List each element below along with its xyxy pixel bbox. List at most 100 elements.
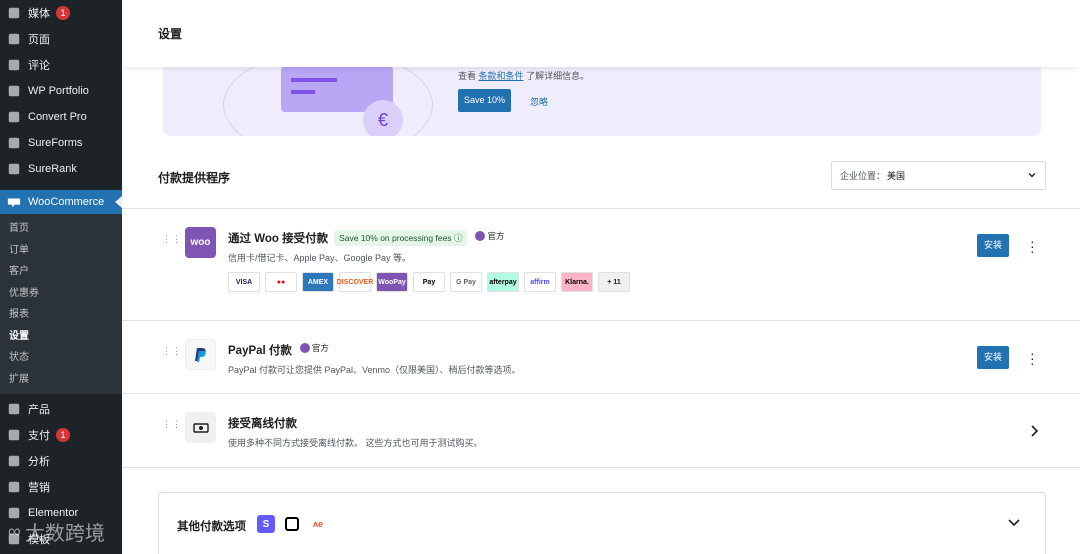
payment-method-logo: afterpay [487, 272, 519, 292]
watermark-logo-icon: ∞ [8, 521, 21, 541]
install-button[interactable]: 安装 [977, 234, 1009, 257]
portfolio-icon [6, 83, 22, 99]
chevron-right-icon[interactable] [1028, 424, 1040, 438]
woocommerce-icon [6, 194, 22, 210]
convert-pro-icon [6, 109, 22, 125]
sidebar-item-marketing[interactable]: 营销 [0, 474, 122, 500]
provider-description: 信用卡/借记卡、Apple Pay、Google Pay 等。 [228, 253, 412, 263]
main-content: 设置 € 查看 条款和条件 了解详细信息。 Save 10% 忽略 付款提供程序… [122, 0, 1080, 554]
drag-handle-icon[interactable]: ⋮⋮ [162, 347, 181, 361]
payment-method-logo: AMEX [302, 272, 334, 292]
payment-method-logo: + 11 [598, 272, 630, 292]
woo-official-icon [299, 343, 310, 353]
payment-providers-title: 付款提供程序 [158, 171, 231, 185]
location-value: 美国 [887, 171, 906, 181]
sidebar-item-label: 分析 [28, 456, 50, 468]
provider-name: 通过 Woo 接受付款 Save 10% on processing fees ⓘ… [228, 230, 505, 246]
terms-link[interactable]: 条款和条件 [479, 71, 524, 81]
drag-handle-icon[interactable]: ⋮⋮ [162, 235, 181, 249]
sidebar-item-label: 媒体 [28, 8, 50, 20]
provider-row-offline[interactable]: ⋮⋮ 接受离线付款 使用多种不同方式接受离线付款。 这些方式也可用于测试购买。 [122, 394, 1080, 467]
sidebar-item-media[interactable]: 媒体 1 [0, 0, 122, 26]
chevron-down-icon [1028, 173, 1036, 178]
sidebar-item-comment[interactable]: 评论 [0, 52, 122, 78]
submenu-item-customers[interactable]: 客户 [0, 261, 122, 283]
sidebar-item-woocommerce[interactable]: WooCommerce [0, 190, 122, 214]
sidebar-item-label: 产品 [28, 404, 50, 416]
sidebar-item-convert-pro[interactable]: Convert Pro [0, 104, 122, 130]
submenu-item-extensions[interactable]: 扩展 [0, 369, 122, 391]
sidebar-item-payments[interactable]: 支付 1 [0, 422, 122, 448]
payment-method-logo: Pay [413, 272, 445, 292]
official-badge: 官方 [299, 342, 329, 354]
sidebar-item-label: 页面 [28, 34, 50, 46]
payment-method-logo: VISA [228, 272, 260, 292]
install-button[interactable]: 安装 [977, 346, 1009, 369]
official-badge: 官方 [475, 230, 504, 242]
sidebar-item-label: 支付 [28, 430, 50, 442]
submenu-item-orders[interactable]: 订单 [0, 240, 122, 262]
woocommerce-submenu: 首页 订单 客户 优惠券 报表 设置 状态 扩展 [0, 214, 122, 394]
sidebar-item-product[interactable]: 产品 [0, 396, 122, 422]
payment-method-logo: ●● [265, 272, 297, 292]
page-header: 设置 [122, 0, 1080, 67]
page-icon [6, 31, 22, 47]
divider [122, 467, 1080, 468]
cash-icon [185, 412, 216, 443]
provider-row-woopayments: ⋮⋮ woo 通过 Woo 接受付款 Save 10% on processing… [122, 209, 1080, 320]
sidebar-item-label: WP Portfolio [28, 85, 89, 97]
payments-icon [6, 427, 22, 443]
provider-row-paypal: ⋮⋮ PayPal 付款 官方 PayPal 付款可让您提供 PayPal、Ven… [122, 321, 1080, 393]
submenu-item-settings[interactable]: 设置 [0, 326, 122, 348]
fee-promo-badge: Save 10% on processing fees ⓘ [334, 230, 468, 246]
payment-method-logo: WooPay [376, 272, 408, 292]
promo-note: 查看 条款和条件 了解详细信息。 [458, 71, 590, 81]
notification-badge: 1 [56, 428, 70, 442]
provider-description: PayPal 付款可让您提供 PayPal、Venmo（仅限美国）、稍后付款等选… [228, 365, 521, 375]
sidebar-item-surerank[interactable]: SureRank [0, 156, 122, 182]
location-label: 企业位置： [840, 171, 886, 181]
marketing-icon [6, 479, 22, 495]
sureforms-icon [6, 135, 22, 151]
submenu-item-reports[interactable]: 报表 [0, 304, 122, 326]
ignore-button[interactable]: 忽略 [530, 95, 548, 108]
submenu-item-status[interactable]: 状态 [0, 347, 122, 369]
chevron-down-icon[interactable] [1007, 517, 1021, 529]
sidebar-item-analytics[interactable]: 分析 [0, 448, 122, 474]
info-icon: ⓘ [453, 233, 463, 243]
paypal-logo-icon [185, 339, 216, 370]
business-location-select[interactable]: 企业位置： 美国 [831, 161, 1046, 190]
provider-description: 使用多种不同方式接受离线付款。 这些方式也可用于测试购买。 [228, 438, 483, 448]
surerank-icon [6, 161, 22, 177]
sidebar-item-label: SureRank [28, 163, 77, 175]
admin-sidebar: 媒体 1 页面评论 WP Portfolio Convert Pro SureForms S… [0, 0, 122, 554]
sidebar-item-page[interactable]: 页面 [0, 26, 122, 52]
payment-method-logos: VISA ●● AMEX DISCOVER WooPay Pay G Pay afterpa… [228, 272, 630, 292]
payment-method-logo: G Pay [450, 272, 482, 292]
euro-coin-icon: € [363, 100, 403, 136]
other-payment-options[interactable]: 其他付款选项 S ʌe [158, 492, 1046, 554]
other-options-title: 其他付款选项 [177, 521, 246, 533]
more-options-icon[interactable]: · · · [1030, 346, 1036, 370]
other-options-logos: S ʌe [257, 515, 327, 533]
woo-logo-icon: woo [185, 227, 216, 258]
submenu-item-coupons[interactable]: 优惠券 [0, 283, 122, 305]
watermark: ∞ 大数跨境 [8, 521, 105, 545]
comment-icon [6, 57, 22, 73]
save-10-button[interactable]: Save 10% [458, 89, 512, 112]
payment-method-logo: affirm [524, 272, 556, 292]
sidebar-item-label: WooCommerce [28, 196, 105, 208]
sidebar-item-sureforms[interactable]: SureForms [0, 130, 122, 156]
page-title: 设置 [158, 27, 183, 41]
more-options-icon[interactable]: · · · [1030, 234, 1036, 258]
product-icon [6, 401, 22, 417]
mollie-icon: ʌe [309, 515, 327, 533]
media-icon [6, 5, 22, 21]
notification-badge: 1 [56, 6, 70, 20]
drag-handle-icon[interactable]: ⋮⋮ [162, 420, 181, 434]
submenu-item-home[interactable]: 首页 [0, 218, 122, 240]
sidebar-item-label: 营销 [28, 482, 50, 494]
provider-name: 接受离线付款 [228, 418, 297, 430]
sidebar-item-portfolio[interactable]: WP Portfolio [0, 78, 122, 104]
stripe-icon: S [257, 515, 275, 533]
